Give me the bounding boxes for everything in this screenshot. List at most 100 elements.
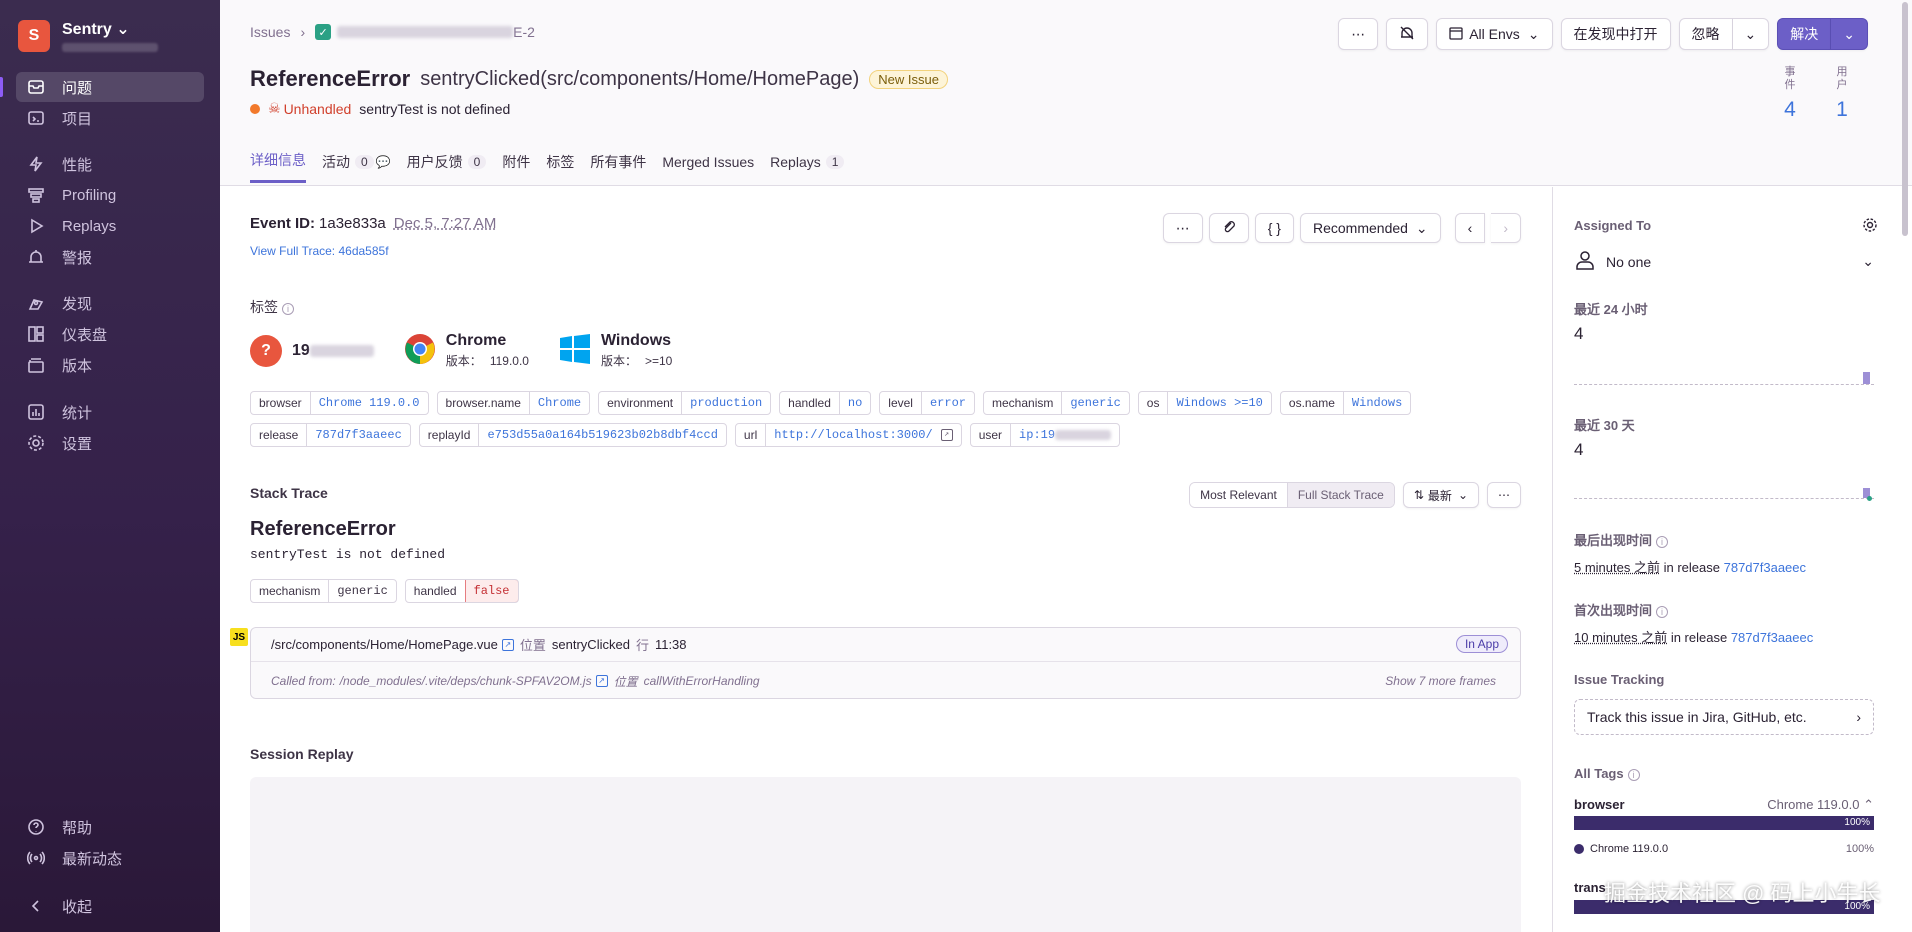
sidebar-item-performance[interactable]: 性能	[16, 149, 204, 179]
vue-project-icon: ✓	[315, 24, 331, 40]
event-id[interactable]: 1a3e833a	[319, 215, 386, 232]
sidebar-item-dashboards[interactable]: 仪表盘	[16, 319, 204, 349]
error-message: sentryTest is not defined	[359, 101, 510, 117]
legend-dot	[1574, 844, 1584, 854]
tab-tags[interactable]: 标签	[546, 150, 574, 183]
tag-pill[interactable]: replayId e753d55a0a164b519623b02b8dbf4ccd	[419, 423, 727, 447]
project-name-blurred	[337, 26, 513, 38]
sidebar-item-releases[interactable]: 版本	[16, 350, 204, 380]
org-switcher[interactable]: S Sentry ⌄	[18, 20, 158, 52]
users-count[interactable]: 用户 1	[1816, 66, 1868, 122]
tag-pill[interactable]: url http://localhost:3000/↗	[735, 423, 962, 447]
resolve-options-button[interactable]: ⌄	[1831, 18, 1868, 50]
tag-pill[interactable]: level error	[879, 391, 975, 415]
breadcrumb-project-suffix[interactable]: E-2	[513, 24, 535, 40]
ignore-options-button[interactable]: ⌄	[1733, 18, 1770, 50]
next-event-button[interactable]: ›	[1491, 213, 1521, 243]
tab-attachments[interactable]: 附件	[502, 150, 530, 183]
json-icon: { }	[1268, 220, 1281, 236]
stack-more-button[interactable]: ⋯	[1487, 482, 1521, 508]
external-link-icon[interactable]: ↗	[502, 639, 514, 651]
recommended-selector[interactable]: Recommended ⌄	[1300, 213, 1441, 243]
tab-user-feedback[interactable]: 用户反馈 0	[407, 150, 487, 183]
tag-pill[interactable]: environment production	[598, 391, 771, 415]
unhandled-label: ☠ Unhandled	[268, 100, 351, 117]
open-in-discover-button[interactable]: 在发现中打开	[1561, 18, 1671, 50]
scrollbar[interactable]	[1902, 2, 1908, 236]
help-icon	[26, 817, 46, 837]
tab-activity[interactable]: 活动 0 💬	[322, 150, 391, 183]
issue-tabs: 详细信息 活动 0 💬 用户反馈 0 附件 标签 所有事件 Merged Issues…	[250, 150, 860, 183]
issue-header: Issues › ✓ E-2 ⋯ All Envs ⌄ 在发现中打开 忽略 ⌄ …	[220, 0, 1912, 186]
gear-icon[interactable]	[1862, 217, 1878, 233]
tag-pill[interactable]: browser.name Chrome	[437, 391, 591, 415]
org-user-blurred	[62, 43, 158, 52]
environment-selector[interactable]: All Envs ⌄	[1436, 18, 1552, 50]
ignore-button[interactable]: 忽略	[1679, 18, 1733, 50]
sort-order-selector[interactable]: ⇅ 最新 ⌄	[1403, 482, 1479, 508]
attachment-button[interactable]	[1209, 213, 1249, 243]
sidebar-item-alerts[interactable]: 警报	[16, 242, 204, 272]
tag-pill[interactable]: browser Chrome 119.0.0	[250, 391, 429, 415]
calendar-icon	[1449, 26, 1463, 43]
assignee-selector[interactable]: No one ⌄	[1574, 249, 1874, 274]
handled-pill: handled false	[405, 579, 519, 603]
sidebar-item-whats-new[interactable]: 最新动态	[16, 843, 204, 873]
resolve-button[interactable]: 解决	[1777, 18, 1831, 50]
prev-event-button[interactable]: ‹	[1455, 213, 1486, 243]
tag-pill[interactable]: os.name Windows	[1280, 391, 1411, 415]
last-seen-release-link[interactable]: 787d7f3aaeec	[1724, 560, 1806, 575]
user-context[interactable]: ? 19	[250, 335, 374, 367]
json-button[interactable]: { }	[1255, 213, 1294, 243]
tag-pill[interactable]: user ip:19	[970, 423, 1120, 447]
tag-pill[interactable]: handled no	[779, 391, 871, 415]
most-relevant-toggle[interactable]: Most Relevant	[1190, 483, 1287, 507]
sidebar-collapse[interactable]: 收起	[16, 891, 204, 921]
view-full-trace-link[interactable]: View Full Trace: 46da585f	[250, 244, 389, 258]
sidebar-item-profiling[interactable]: Profiling	[16, 180, 204, 210]
sidebar-item-help[interactable]: 帮助	[16, 812, 204, 842]
tab-merged-issues[interactable]: Merged Issues	[662, 150, 754, 183]
external-link-icon[interactable]: ↗	[596, 675, 608, 687]
session-replay-preview[interactable]	[250, 777, 1521, 932]
tag-value-row[interactable]: Chrome 119.0.0 100%	[1574, 843, 1874, 855]
tag-pill[interactable]: os Windows >=10	[1138, 391, 1272, 415]
tag-pill[interactable]: release 787d7f3aaeec	[250, 423, 411, 447]
sidebar-item-issues[interactable]: 问题	[16, 72, 204, 102]
os-context[interactable]: Windows 版本： >=10	[559, 332, 672, 369]
watermark: 掘金技术社区 @ 码上小牛长	[1604, 876, 1881, 908]
browser-context[interactable]: Chrome 版本： 119.0.0	[404, 332, 529, 369]
tag-distribution-bar[interactable]: 100%	[1574, 816, 1874, 830]
event-more-button[interactable]: ⋯	[1163, 213, 1203, 243]
sidebar-item-settings[interactable]: 设置	[16, 428, 204, 458]
issue-tracking-button[interactable]: Track this issue in Jira, GitHub, etc. ›	[1574, 699, 1874, 735]
show-more-frames[interactable]: Show 7 more frames	[1385, 674, 1496, 688]
sidebar-item-stats[interactable]: 统计	[16, 397, 204, 427]
tab-details[interactable]: 详细信息	[250, 150, 306, 183]
chevron-down-icon: ⌄	[116, 21, 129, 38]
sidebar-item-projects[interactable]: 项目	[16, 103, 204, 133]
unknown-user-icon: ?	[250, 335, 282, 367]
user-ip-blurred	[1055, 430, 1111, 440]
mute-button[interactable]	[1386, 18, 1428, 50]
breadcrumb-issues[interactable]: Issues	[250, 24, 290, 40]
tab-all-events[interactable]: 所有事件	[590, 150, 646, 183]
external-link-icon[interactable]: ↗	[941, 429, 953, 441]
tab-replays[interactable]: Replays 1	[770, 150, 844, 183]
sparkline-24h[interactable]	[1574, 369, 1874, 385]
sparkline-30d[interactable]	[1574, 483, 1874, 499]
last-24h-stat: 最近 24 小时 4	[1574, 299, 1874, 344]
sidebar-item-discover[interactable]: 发现	[16, 288, 204, 318]
tag-pill[interactable]: mechanism generic	[983, 391, 1130, 415]
sidebar-item-replays[interactable]: Replays	[16, 211, 204, 241]
context-summary: ? 19 Chrome 版本： 119.0.0 Windows 版本： >=10	[250, 332, 702, 369]
browser-tag-header[interactable]: browser Chrome 119.0.0 ⌃	[1574, 797, 1874, 813]
first-seen-release-link[interactable]: 787d7f3aaeec	[1731, 630, 1813, 645]
called-from-frame[interactable]: Called from: /node_modules/.vite/deps/ch…	[251, 663, 1520, 699]
more-actions-button[interactable]: ⋯	[1338, 18, 1378, 50]
full-stack-toggle[interactable]: Full Stack Trace	[1287, 483, 1394, 507]
info-icon: i	[282, 303, 294, 315]
sort-icon: ⇅	[1414, 488, 1424, 502]
events-count[interactable]: 事件 4	[1764, 66, 1816, 122]
stack-frame[interactable]: /src/components/Home/HomePage.vue ↗ 位置 s…	[251, 628, 1520, 662]
